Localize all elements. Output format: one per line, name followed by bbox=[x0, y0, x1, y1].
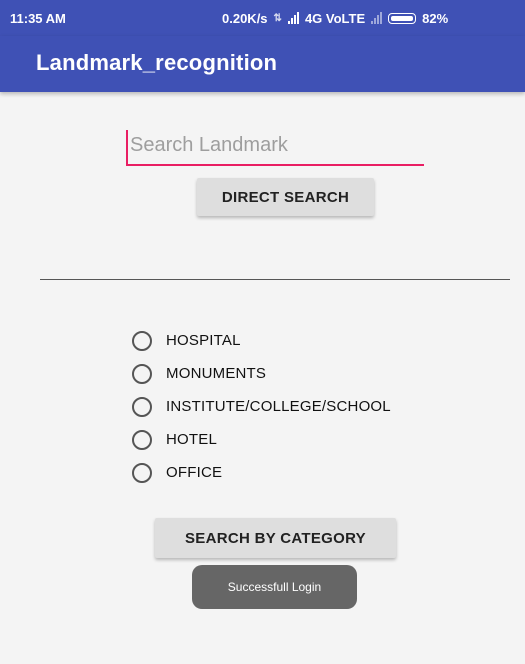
radio-button-icon[interactable] bbox=[132, 429, 152, 450]
toast-message: Successfull Login bbox=[192, 565, 357, 609]
radio-button-icon[interactable] bbox=[132, 330, 152, 351]
signal-icon bbox=[287, 12, 299, 24]
radio-label: OFFICE bbox=[166, 464, 223, 481]
status-network: 4G VoLTE bbox=[304, 10, 366, 26]
radio-label: HOSPITAL bbox=[166, 332, 241, 349]
search-by-category-button[interactable]: SEARCH BY CATEGORY bbox=[155, 518, 396, 558]
search-input[interactable] bbox=[126, 130, 424, 166]
battery-icon bbox=[388, 12, 417, 24]
radio-option-hospital[interactable]: HOSPITAL bbox=[132, 324, 391, 357]
status-battery: 82% bbox=[422, 10, 449, 26]
radio-button-icon[interactable] bbox=[132, 396, 152, 417]
category-radio-group: HOSPITAL MONUMENTS INSTITUTE/COLLEGE/SCH… bbox=[132, 324, 391, 489]
app-bar: Landmark_recognition bbox=[0, 36, 525, 92]
radio-label: HOTEL bbox=[166, 431, 218, 448]
search-field-container bbox=[126, 130, 424, 166]
status-right: 0.20K/s ⇅ 4G VoLTE 82% bbox=[222, 0, 448, 36]
divider bbox=[40, 279, 510, 280]
status-net-speed: 0.20K/s bbox=[222, 10, 268, 26]
radio-option-monuments[interactable]: MONUMENTS bbox=[132, 357, 391, 390]
radio-button-icon[interactable] bbox=[132, 363, 152, 384]
signal-icon-2 bbox=[371, 12, 383, 24]
radio-option-institute[interactable]: INSTITUTE/COLLEGE/SCHOOL bbox=[132, 390, 391, 423]
radio-label: INSTITUTE/COLLEGE/SCHOOL bbox=[166, 398, 391, 415]
data-arrows-icon: ⇅ bbox=[273, 12, 282, 24]
status-bar: 11:35 AM 0.20K/s ⇅ 4G VoLTE 82% bbox=[0, 0, 525, 36]
radio-option-hotel[interactable]: HOTEL bbox=[132, 423, 391, 456]
status-time: 11:35 AM bbox=[10, 10, 66, 26]
radio-button-icon[interactable] bbox=[132, 462, 152, 483]
radio-label: MONUMENTS bbox=[166, 365, 267, 382]
radio-option-office[interactable]: OFFICE bbox=[132, 456, 391, 489]
app-title: Landmark_recognition bbox=[36, 50, 278, 75]
direct-search-button[interactable]: DIRECT SEARCH bbox=[197, 178, 374, 216]
